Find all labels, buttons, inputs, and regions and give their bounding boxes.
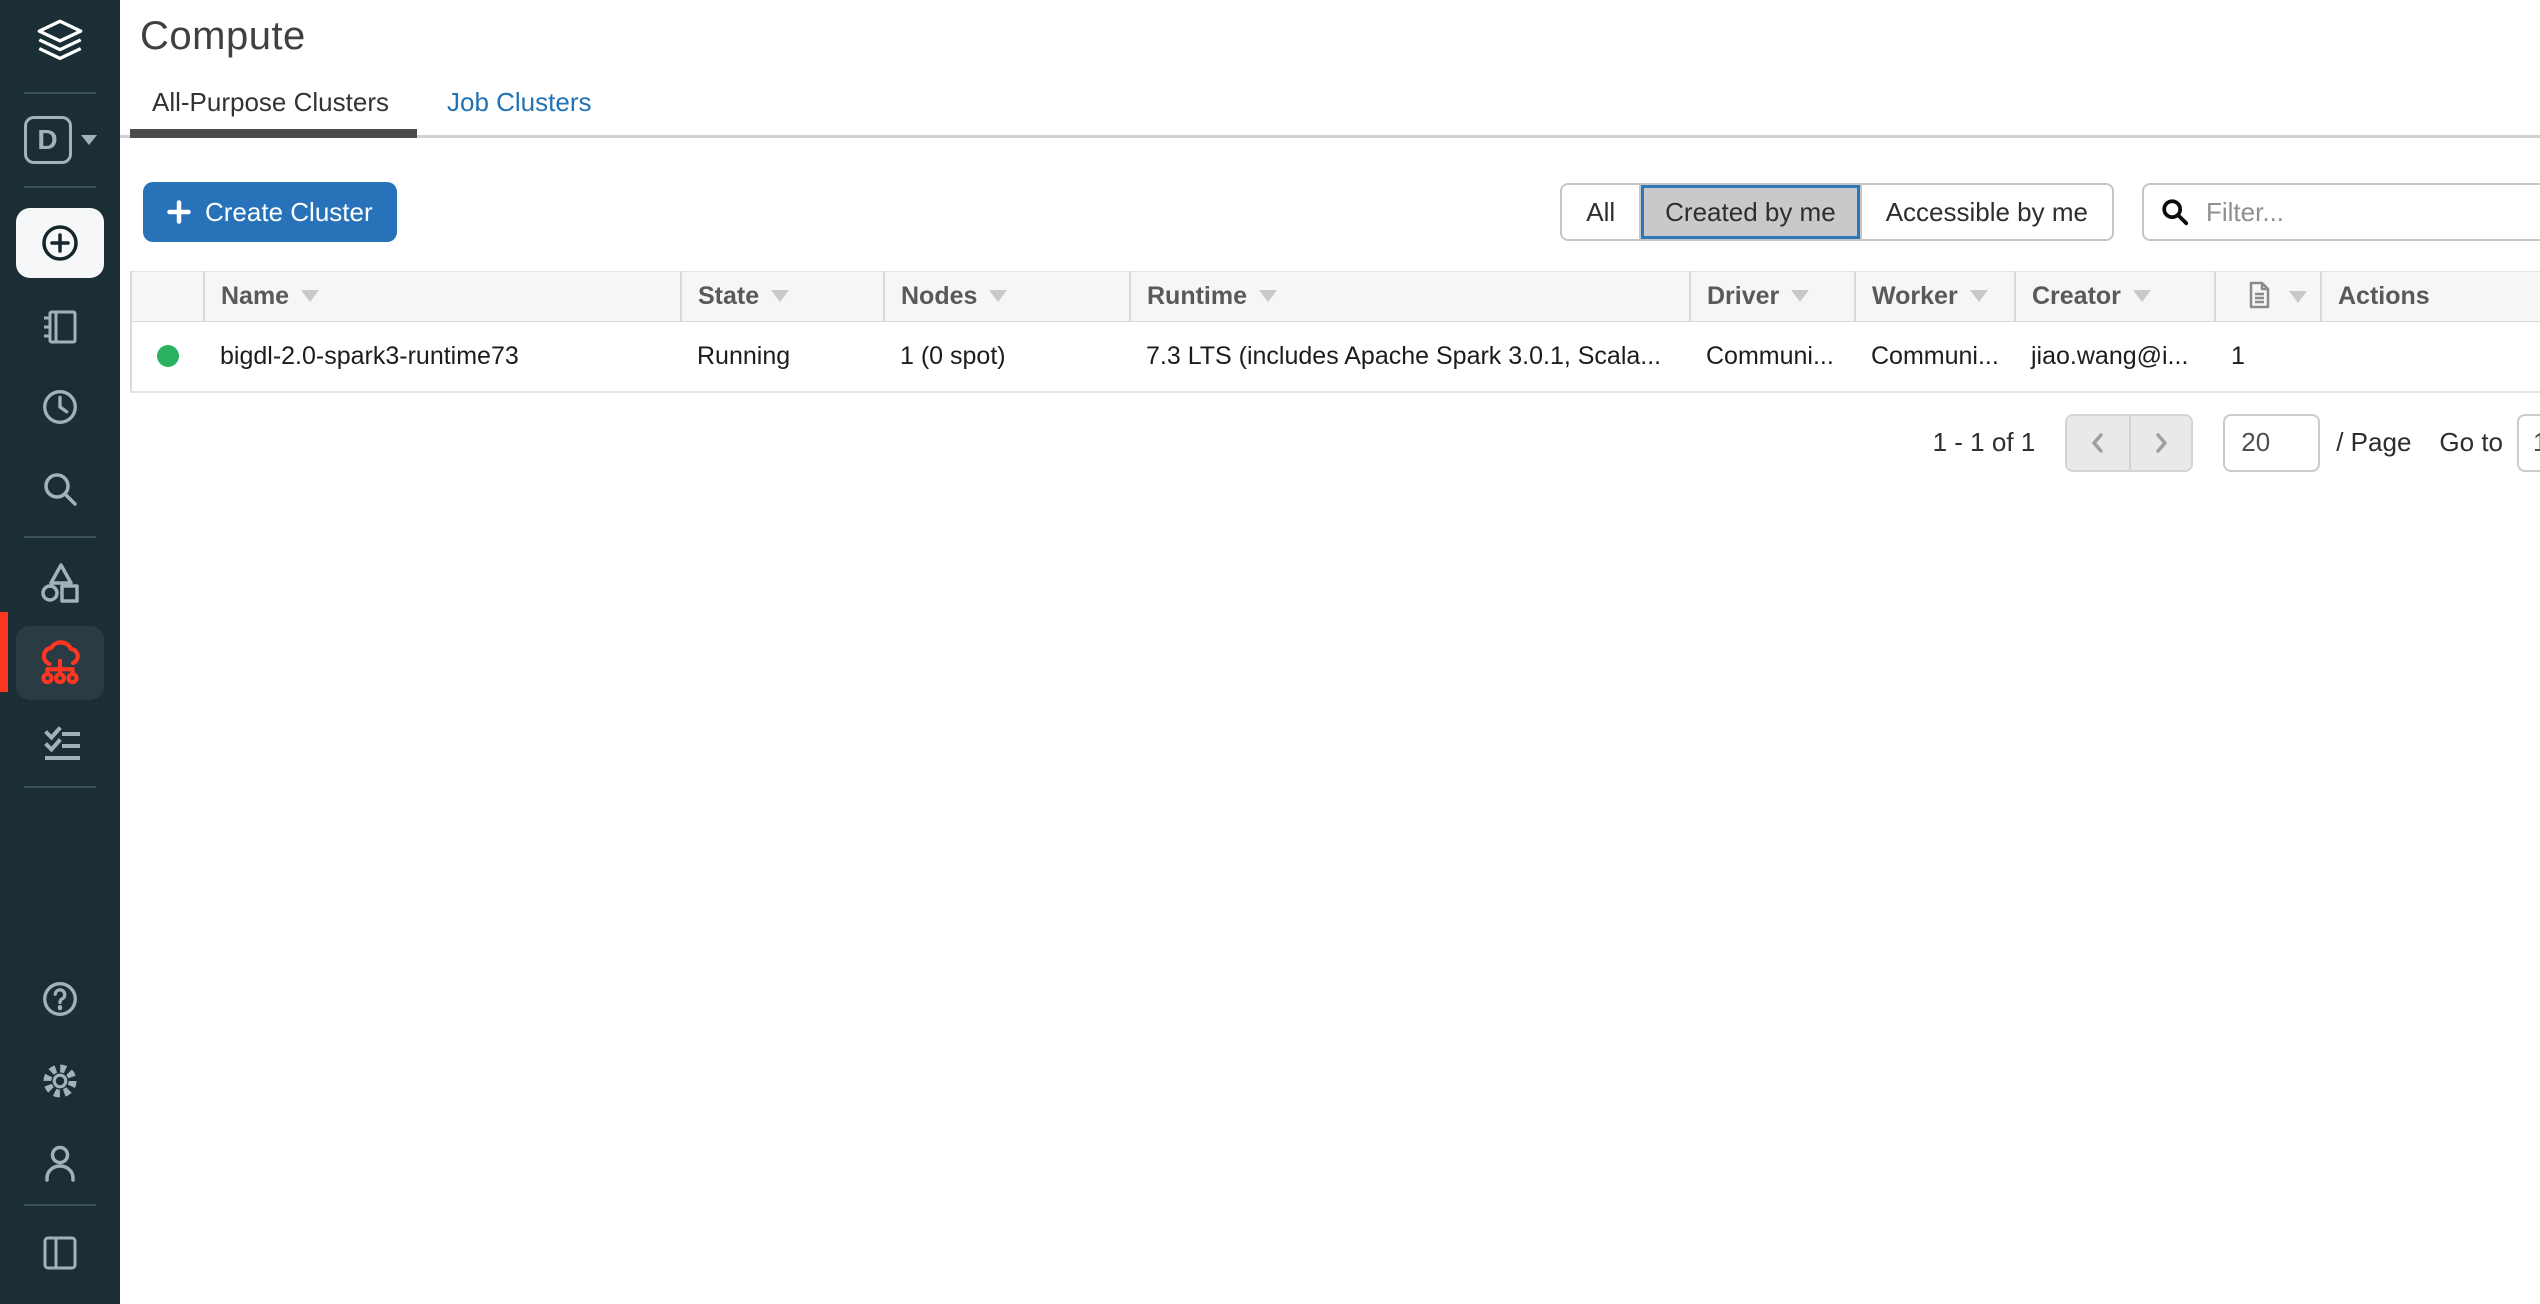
cluster-actions-cell [2321, 322, 2540, 392]
sidebar-item-settings[interactable] [39, 1060, 81, 1102]
sort-caret-icon [2289, 291, 2307, 303]
user-icon [39, 1142, 81, 1184]
tab-job-clusters[interactable]: Job Clusters [447, 87, 592, 118]
create-cluster-button[interactable]: Create Cluster [143, 182, 397, 242]
cluster-creator-cell: jiao.wang@i... [2015, 322, 2215, 392]
sort-caret-icon [1259, 290, 1277, 302]
column-state[interactable]: State [681, 272, 884, 322]
page-range-label: 1 - 1 of 1 [1933, 427, 2036, 458]
sort-caret-icon [1791, 290, 1809, 302]
column-nodes[interactable]: Nodes [884, 272, 1130, 322]
clusters-table: Name State Nodes Runtime Driver Worker C… [130, 271, 2540, 393]
column-creator[interactable]: Creator [2015, 272, 2215, 322]
pager-buttons [2065, 414, 2193, 472]
page-size-input[interactable] [2223, 414, 2320, 472]
clock-icon [39, 386, 81, 428]
filter-input[interactable] [2142, 183, 2540, 241]
help-icon [39, 978, 81, 1020]
filter-created-by-me-button[interactable]: Created by me [1641, 185, 1862, 239]
sidebar-item-help[interactable] [39, 978, 81, 1020]
sort-caret-icon [1970, 290, 1988, 302]
tab-all-purpose-clusters[interactable]: All-Purpose Clusters [152, 87, 389, 118]
sidebar-divider [24, 1204, 96, 1206]
workspace-letter-icon: D [24, 116, 72, 164]
cluster-name-cell[interactable]: bigdl-2.0-spark3-runtime73 [204, 322, 681, 392]
sort-caret-icon [301, 290, 319, 302]
sort-caret-icon [2133, 290, 2151, 302]
create-plus-button[interactable] [16, 208, 104, 278]
shapes-icon [38, 560, 82, 604]
column-worker[interactable]: Worker [1855, 272, 2015, 322]
column-status [131, 272, 204, 322]
gear-icon [39, 1060, 81, 1102]
sidebar-item-jobs[interactable] [38, 722, 82, 766]
chevron-right-icon [2151, 430, 2171, 456]
column-name[interactable]: Name [204, 272, 681, 322]
column-notebooks[interactable] [2215, 272, 2321, 322]
filter-search [2142, 183, 2540, 241]
page-title: Compute [140, 14, 2540, 59]
sidebar-item-models[interactable] [38, 560, 82, 604]
search-icon [2160, 197, 2190, 232]
sidebar-item-compute[interactable] [16, 626, 104, 700]
cluster-status-cell [131, 322, 204, 392]
plus-icon [167, 200, 191, 224]
cluster-nodes-cell: 1 (0 spot) [884, 322, 1130, 392]
goto-label: Go to [2439, 427, 2503, 458]
running-status-icon [157, 345, 179, 367]
cluster-worker-cell: Communi... [1855, 322, 2015, 392]
clusters-icon [36, 639, 84, 687]
notebook-file-icon [2232, 283, 2277, 311]
cluster-notebooks-cell: 1 [2215, 322, 2321, 392]
table-header-row: Name State Nodes Runtime Driver Worker C… [131, 272, 2540, 322]
chevron-left-icon [2088, 430, 2108, 456]
toolbar: Create Cluster All Created by me Accessi… [143, 182, 2540, 242]
per-page-label: / Page [2336, 427, 2411, 458]
sidebar-divider [24, 92, 96, 94]
sidebar-item-workspace[interactable] [39, 306, 81, 348]
chevron-down-icon [81, 135, 97, 145]
plus-circle-icon [38, 221, 82, 265]
main-content: Compute All-Purpose Clusters Job Cluster… [120, 0, 2540, 1304]
workspace-icon [39, 306, 81, 348]
previous-page-button[interactable] [2067, 416, 2129, 470]
column-actions: Actions [2321, 272, 2540, 322]
sidebar-item-search[interactable] [39, 468, 81, 510]
sidebar-divider [24, 786, 96, 788]
scope-filter-group: All Created by me Accessible by me [1560, 183, 2114, 241]
checklist-icon [38, 722, 82, 766]
sidebar-item-recents[interactable] [39, 386, 81, 428]
search-icon [39, 468, 81, 510]
tab-bar: All-Purpose Clusters Job Clusters [152, 87, 2540, 118]
panel-collapse-icon [39, 1232, 81, 1274]
sidebar-divider [24, 186, 96, 188]
pagination: 1 - 1 of 1 / Page Go to [120, 414, 2540, 472]
cluster-runtime-cell: 7.3 LTS (includes Apache Spark 3.0.1, Sc… [1130, 322, 1690, 392]
sort-caret-icon [989, 290, 1007, 302]
sidebar-divider [24, 536, 96, 538]
cluster-driver-cell: Communi... [1690, 322, 1855, 392]
goto-page-input[interactable] [2517, 414, 2540, 472]
collapse-sidebar-button[interactable] [39, 1232, 81, 1274]
column-runtime[interactable]: Runtime [1130, 272, 1690, 322]
sidebar-item-account[interactable] [39, 1142, 81, 1184]
cluster-row[interactable]: bigdl-2.0-spark3-runtime73 Running 1 (0 … [131, 322, 2540, 392]
active-nav-indicator [0, 612, 8, 692]
sidebar: D [0, 0, 120, 1304]
next-page-button[interactable] [2129, 416, 2191, 470]
filter-all-button[interactable]: All [1562, 185, 1641, 239]
tab-bar-rule [120, 135, 2540, 138]
column-driver[interactable]: Driver [1690, 272, 1855, 322]
active-tab-underline [130, 129, 417, 138]
sort-caret-icon [771, 290, 789, 302]
workspace-switcher-button[interactable]: D [24, 116, 97, 164]
cluster-state-cell: Running [681, 322, 884, 392]
filter-accessible-by-me-button[interactable]: Accessible by me [1862, 185, 2112, 239]
databricks-logo-icon[interactable] [33, 18, 87, 66]
